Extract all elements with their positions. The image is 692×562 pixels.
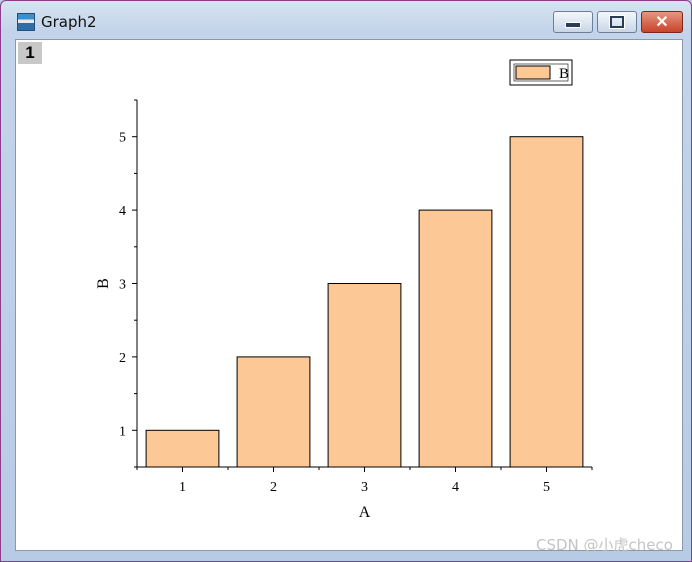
x-axis-title: A <box>359 504 371 521</box>
y-tick-label: 1 <box>119 424 126 439</box>
close-icon: ✕ <box>655 14 669 31</box>
minimize-button[interactable] <box>553 11 593 33</box>
bar-chart[interactable]: 1 2 3 4 5 1 2 3 4 5 A B B <box>16 40 682 550</box>
x-tick-label: 3 <box>361 480 368 495</box>
legend-swatch <box>515 65 551 80</box>
graph-page[interactable]: 1 1 2 3 4 5 1 2 3 4 5 A B B <box>15 39 683 551</box>
x-tick-label: 5 <box>543 480 550 495</box>
y-tick-label: 2 <box>119 351 126 366</box>
legend-label: B <box>559 66 569 82</box>
bar-2 <box>236 356 311 468</box>
title-bar[interactable]: Graph2 ✕ <box>1 1 691 37</box>
bars-group <box>145 136 584 468</box>
minimize-icon <box>565 22 581 28</box>
x-tick-label: 4 <box>452 480 459 495</box>
maximize-icon <box>609 15 625 29</box>
bar-5 <box>509 136 584 468</box>
y-tick-label: 4 <box>119 204 126 219</box>
x-tick-label: 1 <box>179 480 186 495</box>
graph-window-icon <box>17 13 35 31</box>
bar-3 <box>327 283 402 468</box>
x-tick-label: 2 <box>270 480 277 495</box>
graph-window: Graph2 ✕ 1 1 2 3 4 5 1 2 3 4 5 A B B <box>0 0 692 562</box>
y-tick-label: 5 <box>119 131 126 146</box>
maximize-button[interactable] <box>597 11 637 33</box>
window-title: Graph2 <box>41 13 97 31</box>
bar-4 <box>418 209 493 468</box>
close-button[interactable]: ✕ <box>641 11 683 33</box>
y-tick-label: 3 <box>119 278 126 293</box>
bar-1 <box>145 429 220 468</box>
legend[interactable]: B <box>509 59 573 86</box>
layer-badge[interactable]: 1 <box>18 42 42 64</box>
y-axis-title: B <box>95 278 112 289</box>
watermark: CSDN @小虎checo <box>536 536 673 554</box>
